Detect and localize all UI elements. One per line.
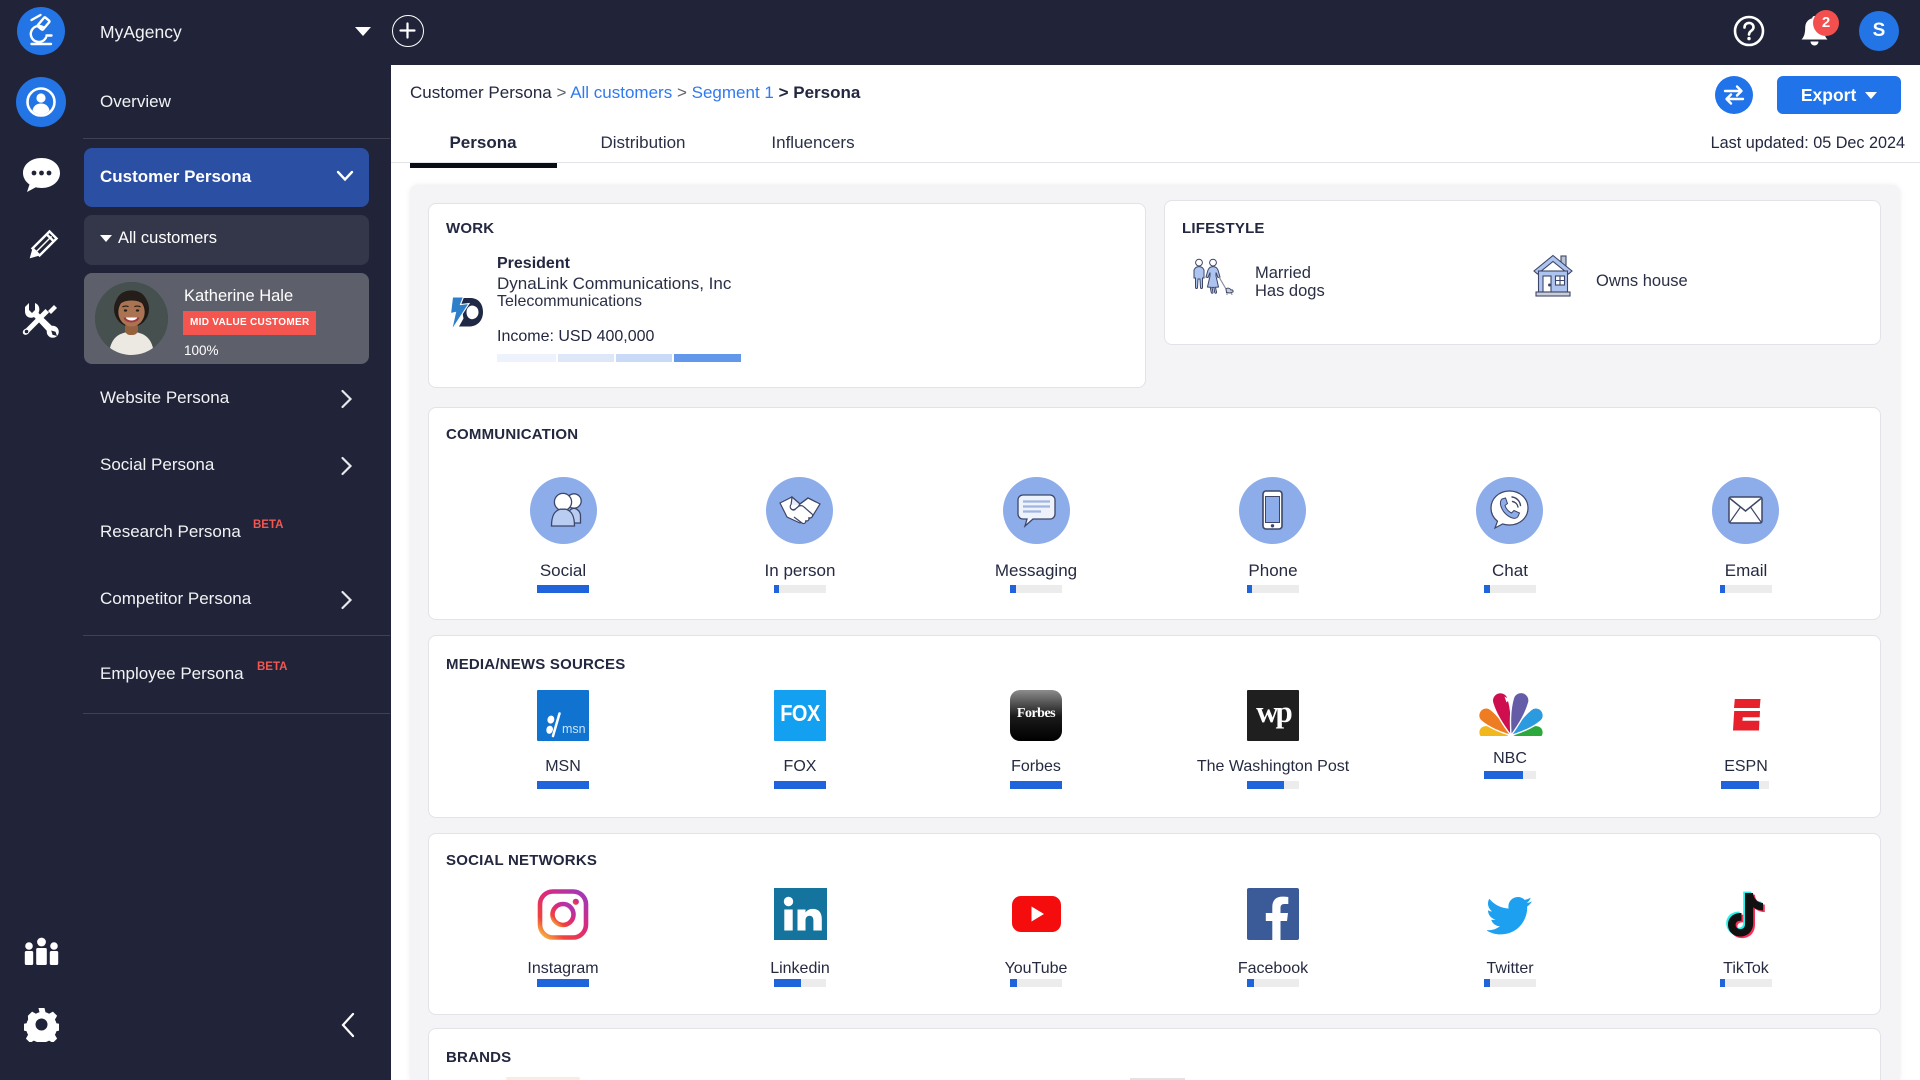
svg-text:msn: msn [562, 722, 586, 736]
